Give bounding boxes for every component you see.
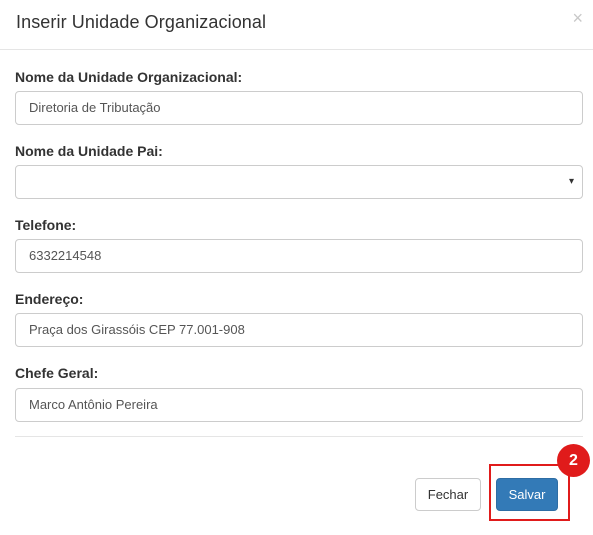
chefe-geral-input[interactable]: Marco Antônio Pereira bbox=[15, 388, 583, 422]
step-badge: 2 bbox=[557, 444, 590, 477]
close-button[interactable]: Fechar bbox=[415, 478, 481, 511]
modal-header: Inserir Unidade Organizacional × bbox=[0, 0, 593, 50]
telefone-input[interactable]: 6332214548 bbox=[15, 239, 583, 273]
save-highlight-box bbox=[489, 464, 570, 521]
endereco-input[interactable]: Praça dos Girassóis CEP 77.001-908 bbox=[15, 313, 583, 347]
chefe-geral-label: Chefe Geral: bbox=[15, 365, 99, 381]
unidade-pai-select[interactable]: ▾ bbox=[15, 165, 583, 199]
nome-unidade-label: Nome da Unidade Organizacional: bbox=[15, 69, 243, 85]
footer-divider bbox=[15, 436, 583, 437]
unidade-pai-label: Nome da Unidade Pai: bbox=[15, 143, 163, 159]
chevron-down-icon: ▾ bbox=[568, 176, 574, 187]
close-icon[interactable]: × bbox=[572, 9, 583, 27]
nome-unidade-input[interactable]: Diretoria de Tributação bbox=[15, 91, 583, 125]
endereco-label: Endereço: bbox=[15, 291, 84, 307]
telefone-label: Telefone: bbox=[15, 217, 77, 233]
modal-title: Inserir Unidade Organizacional bbox=[16, 12, 267, 32]
